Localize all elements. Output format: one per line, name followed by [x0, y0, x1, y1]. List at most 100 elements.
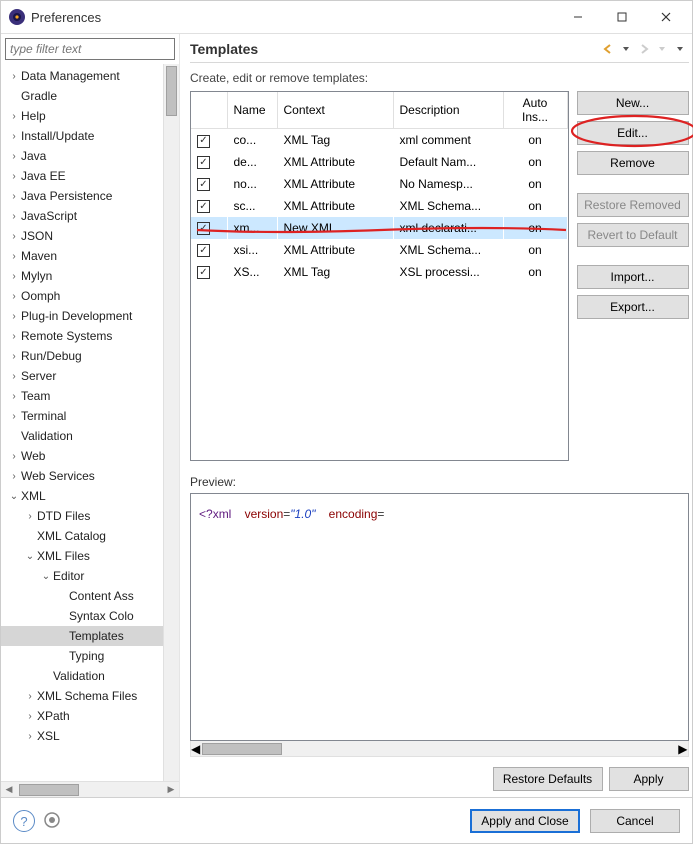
tree-item[interactable]: ›Help [1, 106, 179, 126]
tree-item[interactable]: ›Maven [1, 246, 179, 266]
chevron-down-icon[interactable]: ⌄ [39, 571, 53, 582]
checkbox[interactable]: ✓ [197, 178, 210, 191]
restore-defaults-button[interactable]: Restore Defaults [493, 767, 603, 791]
import-button[interactable]: Import... [577, 265, 689, 289]
chevron-right-icon[interactable]: › [23, 511, 37, 522]
tree-item[interactable]: ›Install/Update [1, 126, 179, 146]
restore-removed-button[interactable]: Restore Removed [577, 193, 689, 217]
chevron-right-icon[interactable]: › [7, 171, 21, 182]
preview-horizontal-scrollbar[interactable]: ◀▶ [190, 741, 689, 757]
tree-item[interactable]: ›Server [1, 366, 179, 386]
chevron-down-icon[interactable]: ⌄ [7, 491, 21, 502]
chevron-right-icon[interactable]: › [7, 111, 21, 122]
col-context[interactable]: Context [277, 92, 393, 129]
remove-button[interactable]: Remove [577, 151, 689, 175]
chevron-right-icon[interactable]: › [7, 71, 21, 82]
tree-horizontal-scrollbar[interactable]: ◀▶ [1, 781, 179, 797]
chevron-right-icon[interactable]: › [23, 691, 37, 702]
revert-default-button[interactable]: Revert to Default [577, 223, 689, 247]
chevron-right-icon[interactable]: › [7, 151, 21, 162]
tree-item[interactable]: ⌄Editor [1, 566, 179, 586]
apply-button[interactable]: Apply [609, 767, 689, 791]
checkbox[interactable]: ✓ [197, 135, 210, 148]
back-menu-icon[interactable] [617, 40, 635, 58]
chevron-right-icon[interactable]: › [7, 371, 21, 382]
table-row[interactable]: ✓de...XML AttributeDefault Nam...on [191, 151, 567, 173]
new-button[interactable]: New... [577, 91, 689, 115]
tree-item[interactable]: Typing [1, 646, 179, 666]
chevron-right-icon[interactable]: › [23, 731, 37, 742]
tree-item[interactable]: XML Catalog [1, 526, 179, 546]
tree-item[interactable]: ›Java Persistence [1, 186, 179, 206]
checkbox[interactable]: ✓ [197, 266, 210, 279]
col-description[interactable]: Description [393, 92, 503, 129]
chevron-right-icon[interactable]: › [7, 271, 21, 282]
tree-item[interactable]: ›XPath [1, 706, 179, 726]
table-row[interactable]: ✓xm...New XMLxml declarati...on [191, 217, 567, 239]
tree-item[interactable]: ›XSL [1, 726, 179, 746]
tree-item[interactable]: ›Oomph [1, 286, 179, 306]
cancel-button[interactable]: Cancel [590, 809, 680, 833]
chevron-right-icon[interactable]: › [7, 411, 21, 422]
apply-and-close-button[interactable]: Apply and Close [470, 809, 580, 833]
checkbox[interactable]: ✓ [197, 200, 210, 213]
forward-menu-icon[interactable] [653, 40, 671, 58]
maximize-button[interactable] [600, 3, 644, 31]
tree-item[interactable]: Templates [1, 626, 179, 646]
checkbox[interactable]: ✓ [197, 244, 210, 257]
tree-item[interactable]: Syntax Colo [1, 606, 179, 626]
tree-item[interactable]: ›Data Management [1, 66, 179, 86]
tree-vertical-scrollbar[interactable] [163, 64, 179, 781]
view-menu-icon[interactable] [671, 40, 689, 58]
tree-item[interactable]: ›Java EE [1, 166, 179, 186]
chevron-right-icon[interactable]: › [7, 211, 21, 222]
checkbox[interactable]: ✓ [197, 222, 210, 235]
minimize-button[interactable] [556, 3, 600, 31]
help-icon[interactable]: ? [13, 810, 35, 832]
chevron-right-icon[interactable]: › [7, 291, 21, 302]
col-name[interactable]: Name [227, 92, 277, 129]
chevron-right-icon[interactable]: › [7, 391, 21, 402]
progress-icon[interactable] [43, 811, 61, 832]
tree-item[interactable]: Validation [1, 426, 179, 446]
tree-item[interactable]: ›Run/Debug [1, 346, 179, 366]
preview-area[interactable]: <?xml version="1.0" encoding= [190, 493, 689, 741]
back-icon[interactable] [599, 40, 617, 58]
filter-input[interactable] [5, 38, 175, 60]
tree-item[interactable]: ›Web Services [1, 466, 179, 486]
chevron-down-icon[interactable]: ⌄ [23, 551, 37, 562]
tree-item[interactable]: Gradle [1, 86, 179, 106]
tree-item[interactable]: ⌄XML [1, 486, 179, 506]
chevron-right-icon[interactable]: › [7, 231, 21, 242]
tree-item[interactable]: ⌄XML Files [1, 546, 179, 566]
chevron-right-icon[interactable]: › [7, 451, 21, 462]
preference-tree[interactable]: ›Data ManagementGradle›Help›Install/Upda… [1, 64, 179, 748]
chevron-right-icon[interactable]: › [7, 351, 21, 362]
col-autoinsert[interactable]: Auto Ins... [503, 92, 567, 129]
tree-item[interactable]: ›JSON [1, 226, 179, 246]
table-row[interactable]: ✓XS...XML TagXSL processi...on [191, 261, 567, 283]
tree-item[interactable]: ›XML Schema Files [1, 686, 179, 706]
tree-item[interactable]: ›JavaScript [1, 206, 179, 226]
table-row[interactable]: ✓co...XML Tagxml commenton [191, 129, 567, 151]
chevron-right-icon[interactable]: › [7, 131, 21, 142]
tree-item[interactable]: ›Java [1, 146, 179, 166]
edit-button[interactable]: Edit... [577, 121, 689, 145]
table-row[interactable]: ✓sc...XML AttributeXML Schema...on [191, 195, 567, 217]
checkbox[interactable]: ✓ [197, 156, 210, 169]
tree-item[interactable]: ›DTD Files [1, 506, 179, 526]
forward-icon[interactable] [635, 40, 653, 58]
tree-item[interactable]: Content Ass [1, 586, 179, 606]
chevron-right-icon[interactable]: › [23, 711, 37, 722]
table-row[interactable]: ✓xsi...XML AttributeXML Schema...on [191, 239, 567, 261]
table-row[interactable]: ✓no...XML AttributeNo Namesp...on [191, 173, 567, 195]
chevron-right-icon[interactable]: › [7, 311, 21, 322]
export-button[interactable]: Export... [577, 295, 689, 319]
templates-table[interactable]: Name Context Description Auto Ins... ✓co… [190, 91, 569, 461]
tree-item[interactable]: ›Mylyn [1, 266, 179, 286]
tree-item[interactable]: ›Team [1, 386, 179, 406]
close-button[interactable] [644, 3, 688, 31]
chevron-right-icon[interactable]: › [7, 331, 21, 342]
tree-item[interactable]: ›Web [1, 446, 179, 466]
chevron-right-icon[interactable]: › [7, 251, 21, 262]
